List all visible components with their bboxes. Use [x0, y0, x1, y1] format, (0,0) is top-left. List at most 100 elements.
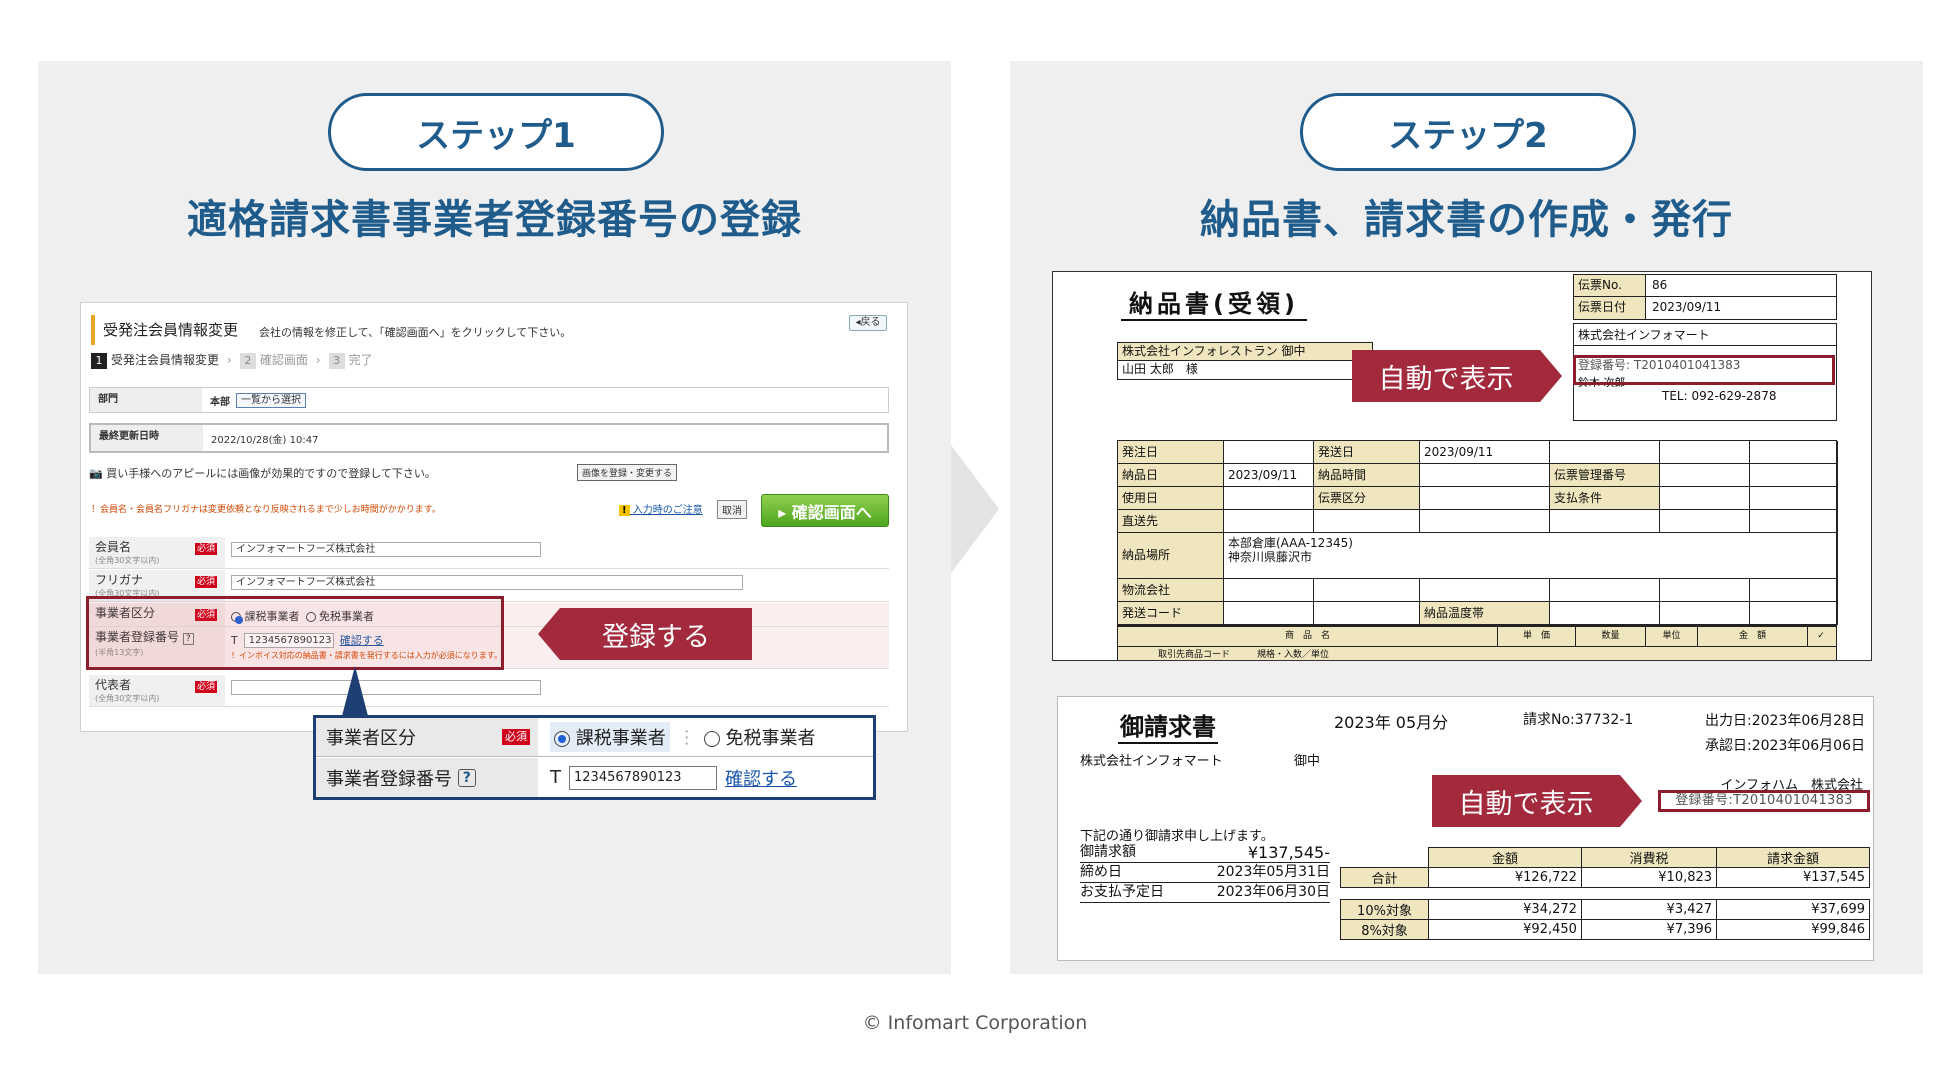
back-button[interactable]: ◂戻る — [849, 315, 887, 331]
representative-input[interactable] — [231, 680, 541, 695]
honorific: 御中 — [1294, 754, 1321, 769]
customer-box: 株式会社インフォレストラン 御中 山田 太郎 様 — [1117, 342, 1373, 380]
auto-display-callout-2: 自動で表示 — [1432, 775, 1642, 827]
grid-cell — [1314, 602, 1420, 625]
grid-cell — [1420, 510, 1550, 533]
invoice-dates: 出力日:2023年06月28日 承認日:2023年06月06日 — [1705, 713, 1865, 754]
register-image-button[interactable]: 画像を登録・変更する — [577, 464, 678, 481]
grid-cell: 発注日 — [1118, 441, 1224, 464]
grid-cell — [1750, 602, 1838, 625]
step2-title: 納品書、請求書の作成・発行 — [1200, 197, 1733, 243]
grid-cell — [1660, 602, 1750, 625]
step1-title: 適格請求書事業者登録番号の登録 — [187, 197, 802, 243]
confirm-screen-button[interactable]: ▸ 確認画面へ — [761, 494, 889, 527]
camera-icon: 📷 — [89, 467, 103, 480]
slip-info: 伝票No. 86 伝票日付 2023/09/11 — [1573, 274, 1837, 320]
required-badge: 必須 — [194, 543, 217, 555]
invoice-totals-table: 金額 消費税 請求金額 合計 ¥126,722 ¥10,823 ¥137,545 10%対… — [1340, 847, 1870, 940]
auto-display-callout-1: 自動で表示 — [1352, 350, 1562, 402]
grid-cell — [1750, 464, 1838, 487]
grid-cell — [1314, 510, 1420, 533]
grid-cell — [1550, 510, 1660, 533]
grid-cell: 納品温度帯 — [1420, 602, 1550, 625]
registration-number-input[interactable]: 1234567890123 — [569, 765, 717, 790]
help-icon[interactable]: ? — [457, 768, 476, 787]
zoomed-fields: 事業者区分 必須 課税事業者 ⋮ 免税事業者 事業者登録番号 ? T 123456… — [313, 715, 876, 800]
step2-pill: ステップ2 — [1300, 93, 1636, 171]
grid-cell: 本部倉庫(AAA-12345) 神奈川県藤沢市 — [1224, 533, 1838, 579]
invoice-period: 2023年 05月分 — [1334, 713, 1449, 732]
required-badge: 必須 — [502, 729, 530, 745]
grid-cell: 発送日 — [1314, 441, 1420, 464]
member-name-row: 会員名 (全角30文字以内) 必須 インフォマートフーズ株式会社 — [89, 537, 889, 569]
grid-cell: 2023/09/11 — [1420, 441, 1550, 464]
grid-cell: 納品日 — [1118, 464, 1224, 487]
zoom-pointer — [342, 666, 368, 716]
registration-number: 登録番号:T2010401041383 — [1658, 790, 1870, 812]
grid-cell — [1224, 602, 1314, 625]
grid-cell — [1750, 441, 1838, 464]
grid-cell: 伝票管理番号 — [1550, 464, 1660, 487]
grid-cell — [1224, 579, 1314, 602]
grid-cell — [1550, 579, 1660, 602]
grid-cell: 使用日 — [1118, 487, 1224, 510]
grid-cell — [1550, 602, 1660, 625]
invoice-summary: 御請求額 ¥137,545- 締め日 2023年05月31日 お支払予定日 2023年… — [1080, 843, 1330, 903]
grid-cell: 伝票区分 — [1314, 487, 1420, 510]
grid-cell — [1420, 487, 1550, 510]
appeal-text: 📷 買い手様へのアピールには画像が効果的ですので登録して下さい。 — [89, 467, 436, 480]
grid-cell — [1660, 579, 1750, 602]
grid-cell — [1224, 441, 1314, 464]
grid-cell — [1314, 579, 1420, 602]
invoice-number: 請求No:37732-1 — [1523, 712, 1634, 728]
step-3: 3 完了 — [328, 351, 373, 369]
grid-cell: 2023/09/11 — [1224, 464, 1314, 487]
grid-cell: 納品場所 — [1118, 533, 1224, 579]
step-2: 2 確認画面 — [239, 351, 308, 369]
grid-cell — [1660, 510, 1750, 533]
highlight-box — [86, 596, 504, 670]
register-callout: 登録する — [538, 608, 752, 660]
taxable-radio[interactable]: 課税事業者 — [550, 722, 670, 752]
progress-steps: 1 受発注会員情報変更 › 2 確認画面 › 3 完了 — [91, 351, 373, 369]
member-name-input[interactable]: インフォマートフーズ株式会社 — [231, 542, 541, 557]
grid-cell — [1420, 579, 1550, 602]
department-row: 部門 本部 一覧から選択 — [89, 387, 889, 413]
check-icon: ✓ — [1817, 631, 1825, 641]
form-note: 会社の情報を修正して、「確認画面へ」をクリックして下さい。 — [259, 326, 572, 339]
last-updated-label: 最終更新日時 — [91, 425, 203, 451]
department-label: 部門 — [90, 388, 202, 412]
invoice-title: 御請求書 — [1118, 707, 1218, 744]
last-updated-value: 2022/10/28(金) 10:47 — [211, 434, 319, 446]
grid-cell: 物流会社 — [1118, 579, 1224, 602]
copyright: © Infomart Corporation — [862, 1012, 1088, 1034]
grid-cell — [1750, 487, 1838, 510]
invoice: 御請求書 2023年 05月分 請求No:37732-1 出力日:2023年06… — [1057, 696, 1874, 961]
input-caution-link[interactable]: ! 入力時のご注意 — [619, 501, 703, 516]
grid-cell — [1660, 487, 1750, 510]
grid-cell — [1420, 464, 1550, 487]
grid-cell: 発送コード — [1118, 602, 1224, 625]
kana-input[interactable]: インフォマートフーズ株式会社 — [231, 575, 743, 590]
warning-icon: ! — [619, 505, 630, 516]
step-arrow-icon — [951, 445, 999, 573]
last-updated-row: 最終更新日時 2022/10/28(金) 10:47 — [89, 423, 889, 453]
step-1: 1 受発注会員情報変更 — [91, 351, 219, 369]
grid-cell — [1660, 441, 1750, 464]
zoom-business-type-row: 事業者区分 必須 課税事業者 ⋮ 免税事業者 — [316, 718, 873, 757]
change-warning: ！会員名・会員名フリガナは変更依頼となり反映されるまで少しお時間がかかります。 — [91, 505, 441, 515]
delivery-title: 納品書(受領) — [1121, 284, 1307, 321]
grid-cell — [1224, 510, 1314, 533]
items-header: 商 品 名 単 価 数量 単位 金 額 ✓ 取引先商品コード 規格・入数／単位 — [1117, 626, 1837, 660]
form-header: 受発注会員情報変更 — [91, 315, 238, 345]
grid-cell: 支払条件 — [1550, 487, 1660, 510]
exempt-radio[interactable]: 免税事業者 — [703, 724, 815, 750]
grid-cell — [1750, 579, 1838, 602]
verify-link[interactable]: 確認する — [725, 765, 797, 791]
representative-row: 代表者 (全角30文字以内) 必須 — [89, 675, 889, 707]
delivery-note: 納品書(受領) 伝票No. 86 伝票日付 2023/09/11 株式会社インフォレ… — [1052, 271, 1872, 661]
highlight-box — [1573, 355, 1835, 385]
grid-cell — [1550, 441, 1660, 464]
cancel-button[interactable]: 取消 — [717, 500, 747, 519]
select-from-list-button[interactable]: 一覧から選択 — [236, 392, 306, 408]
